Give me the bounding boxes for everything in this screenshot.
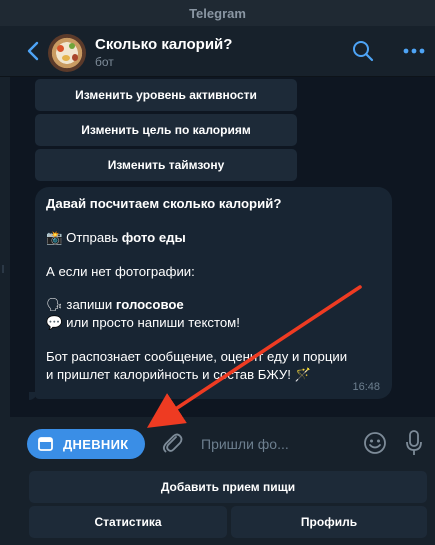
back-arrow-icon[interactable]: [26, 41, 40, 61]
voice-prefix: запиши: [66, 297, 116, 312]
message-heading: Давай посчитаем сколько калорий?: [46, 196, 282, 211]
inline-button-calorie-goal[interactable]: Изменить цель по калориям: [35, 114, 297, 146]
microphone-icon[interactable]: [406, 429, 422, 457]
calendar-icon: [38, 437, 53, 451]
message-time: 16:48: [352, 381, 380, 393]
photo-prefix: Отправь: [66, 230, 122, 245]
message-text-line: 💬 или просто напиши текстом!: [46, 315, 240, 331]
voice-bold: голосовое: [115, 297, 184, 312]
photo-bold: фото еды: [121, 230, 186, 245]
menu-button[interactable]: ДНЕВНИК: [27, 429, 145, 459]
chat-status: бот: [95, 55, 114, 69]
reply-button-add-meal[interactable]: Добавить прием пищи: [29, 471, 427, 503]
reply-keyboard: Добавить прием пищи Статистика Профиль: [0, 468, 435, 545]
more-options-icon[interactable]: [403, 48, 425, 54]
emoji-icon[interactable]: [363, 431, 387, 455]
scroll-indicator: [2, 265, 4, 273]
camera-emoji-icon: 📸: [46, 230, 63, 245]
reply-button-profile[interactable]: Профиль: [231, 506, 427, 538]
menu-button-label: ДНЕВНИК: [63, 437, 129, 452]
message-input[interactable]: Пришли фо...: [201, 436, 289, 452]
window-title: Telegram: [189, 5, 246, 21]
message-list[interactable]: Изменить уровень активности Изменить цел…: [10, 77, 435, 417]
bot-avatar[interactable]: [48, 34, 86, 72]
reply-button-statistics[interactable]: Статистика: [29, 506, 227, 538]
message-voice-line: 🗣 запиши голосовое: [46, 297, 184, 313]
message-result-line2: и пришлет калорийность и состав БЖУ! 🪄: [46, 367, 312, 382]
message-no-photo: А если нет фотографии:: [46, 264, 195, 279]
search-icon[interactable]: [352, 40, 374, 62]
speaking-emoji-icon: 🗣: [46, 297, 63, 312]
bot-message: Давай посчитаем сколько калорий? 📸 Отпра…: [35, 187, 392, 399]
paperclip-icon[interactable]: [161, 431, 183, 455]
chat-title[interactable]: Сколько калорий?: [95, 36, 232, 53]
composer-bar: ДНЕВНИК Пришли фо...: [0, 418, 435, 468]
speech-bubble-emoji-icon: 💬: [46, 315, 63, 330]
chat-header: Сколько калорий? бот: [0, 26, 435, 77]
message-photo-line: 📸 Отправь фото еды: [46, 230, 186, 246]
inline-button-activity[interactable]: Изменить уровень активности: [35, 79, 297, 111]
message-result-line1: Бот распознает сообщение, оценит еду и п…: [46, 349, 348, 364]
text-line: или просто напиши текстом!: [66, 315, 240, 330]
inline-button-timezone[interactable]: Изменить таймзону: [35, 149, 297, 181]
window-titlebar: Telegram: [0, 0, 435, 26]
